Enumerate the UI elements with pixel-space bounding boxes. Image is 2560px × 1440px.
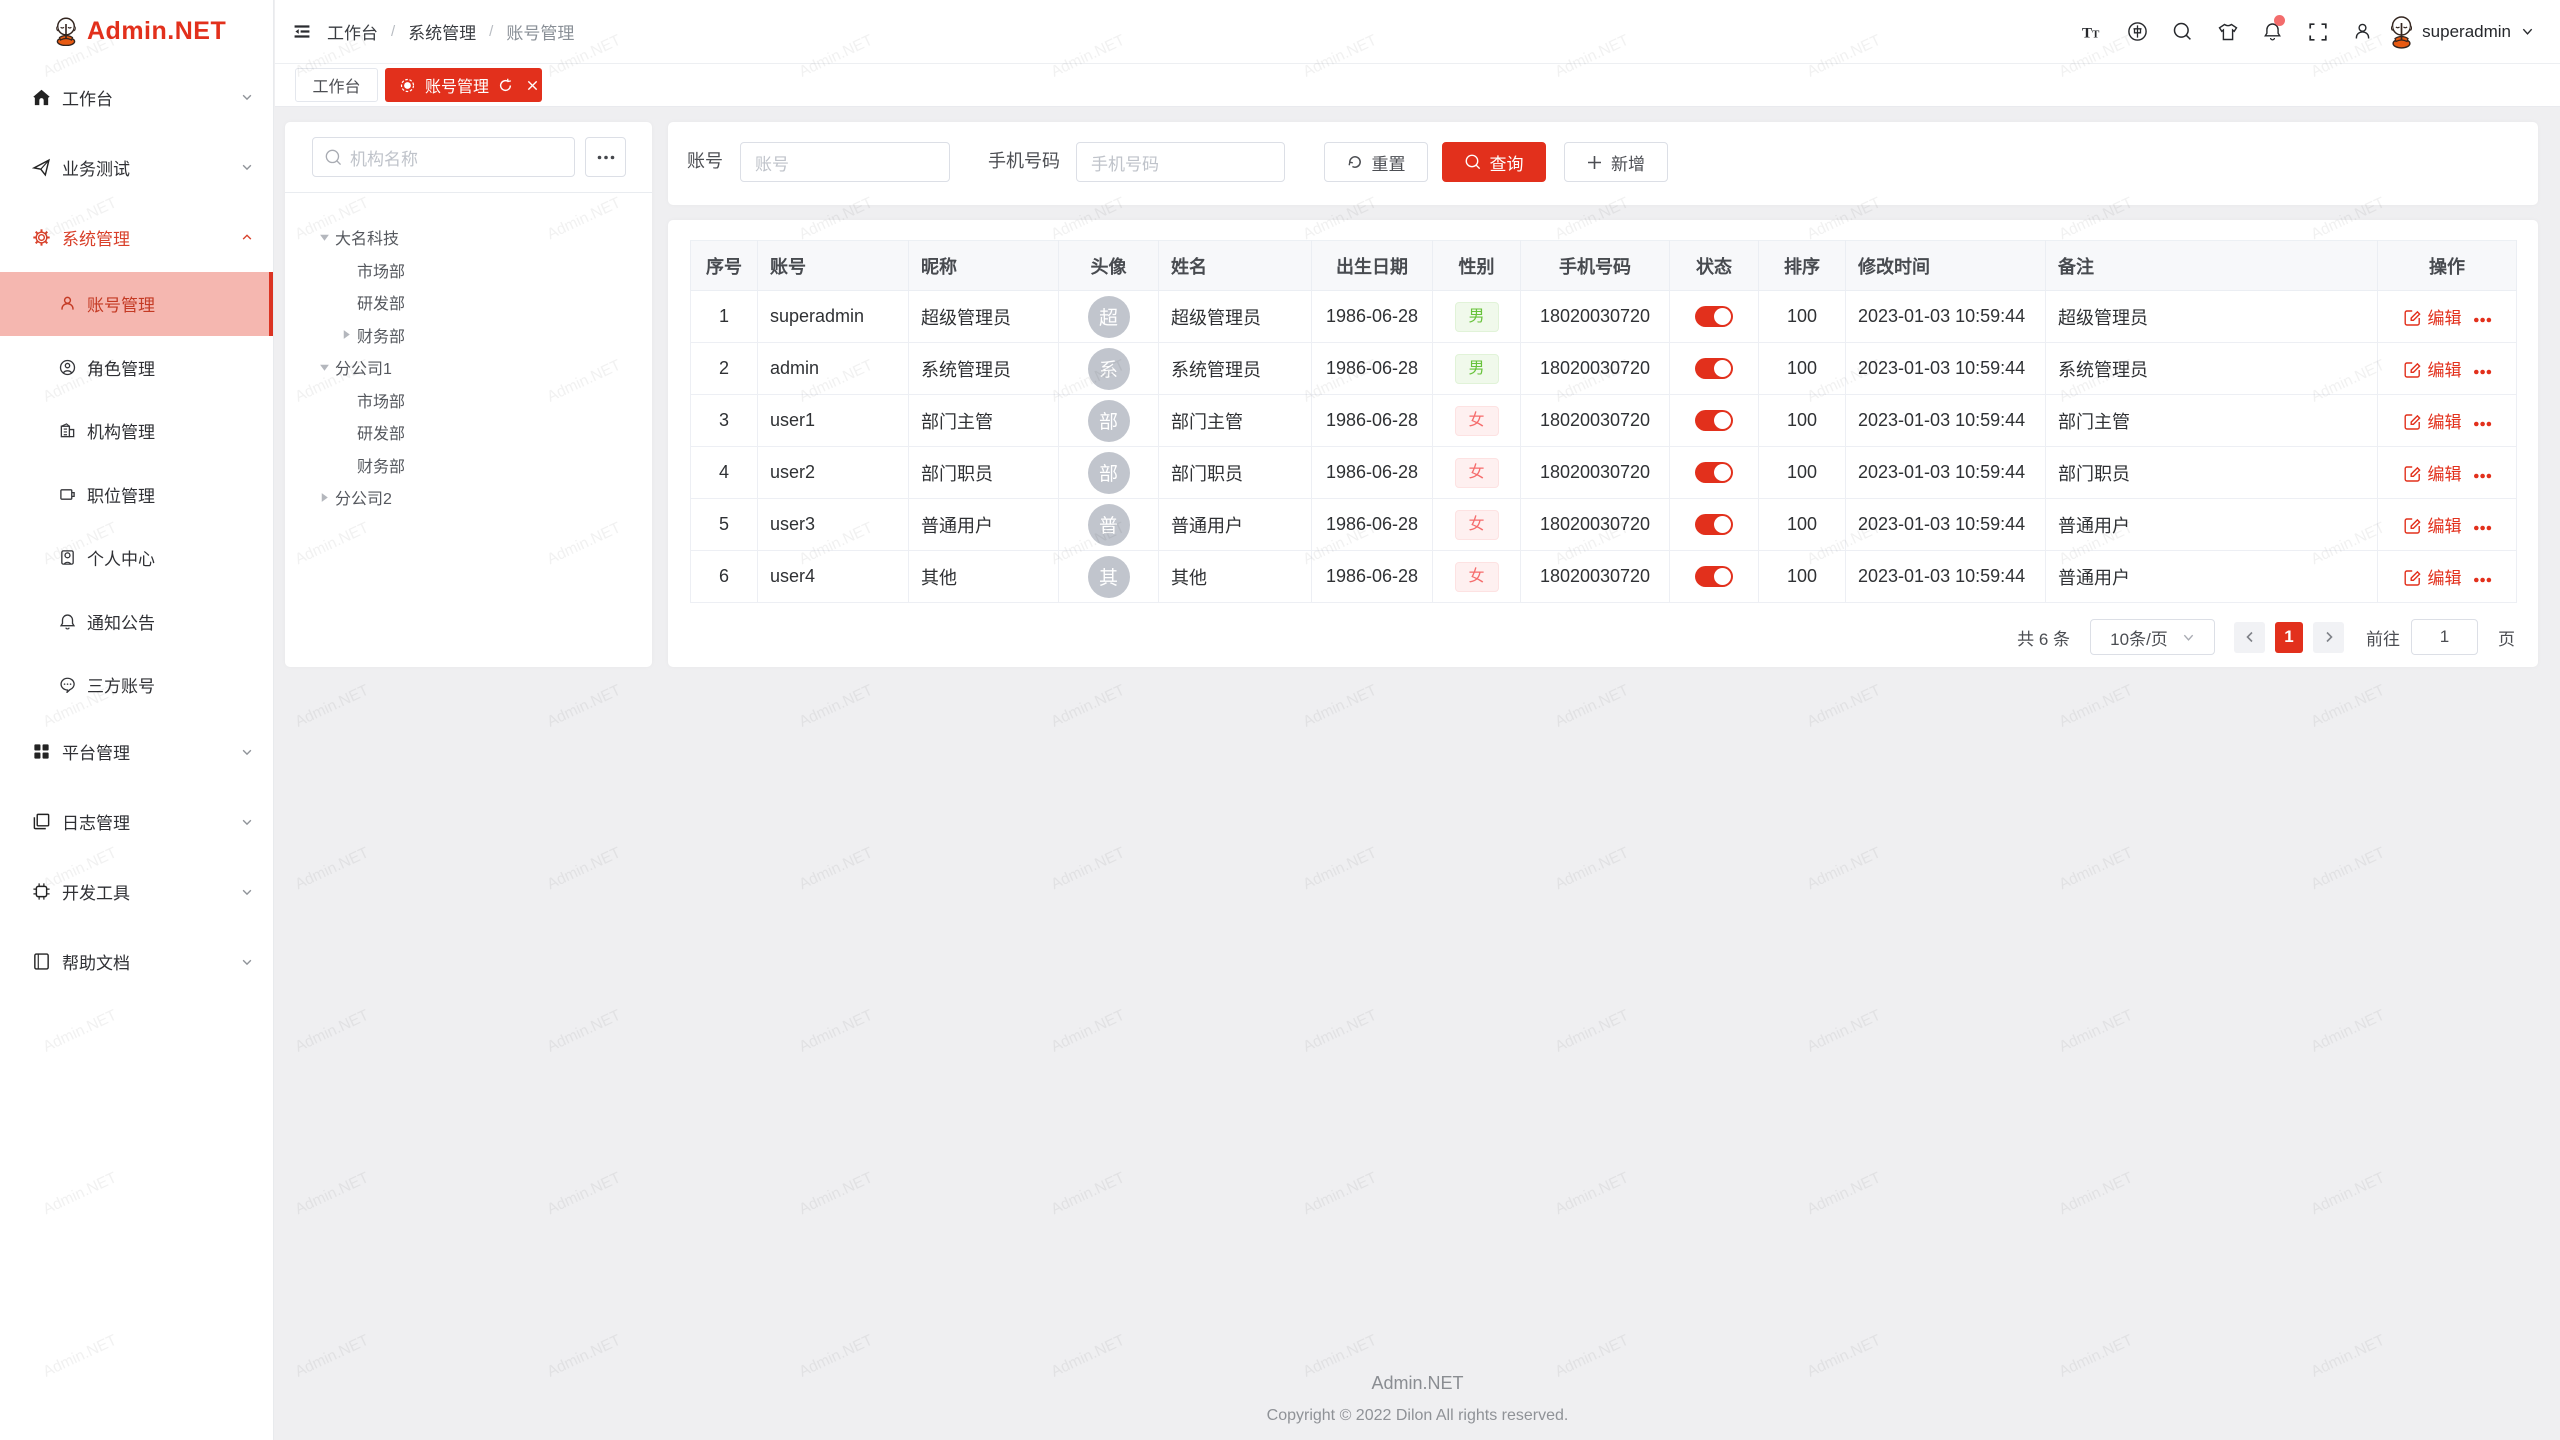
svg-text:T: T	[2082, 25, 2092, 40]
svg-text:T: T	[2092, 28, 2100, 40]
